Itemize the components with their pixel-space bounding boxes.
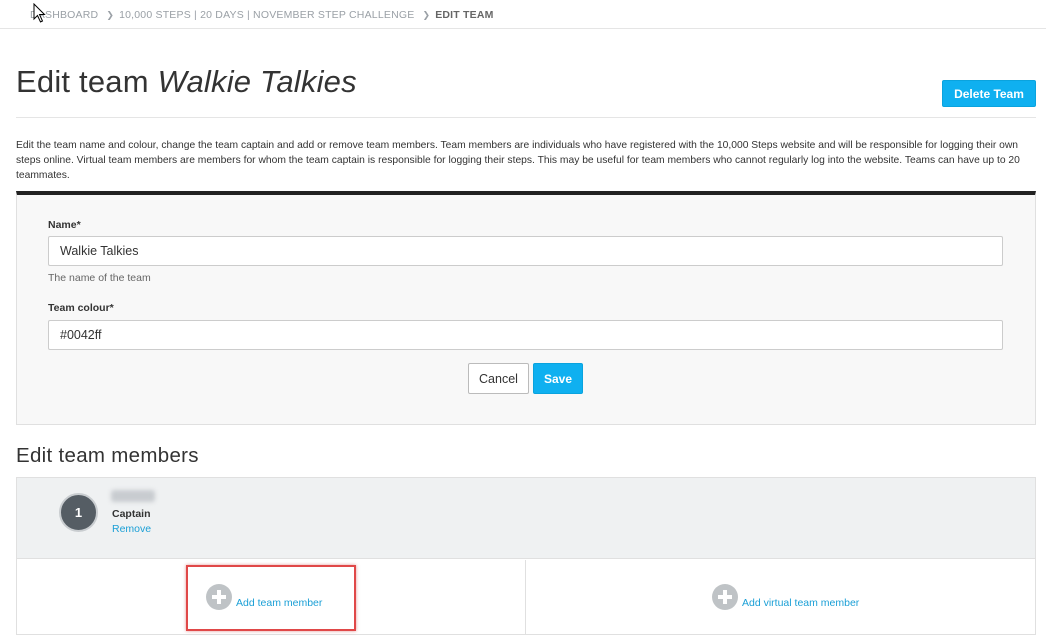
page-title: Edit team Walkie Talkies	[16, 64, 357, 100]
cancel-button[interactable]: Cancel	[468, 363, 529, 394]
plus-circle-icon	[206, 584, 232, 610]
add-team-member-cell: Add team member	[17, 560, 526, 634]
breadcrumb: DASHBOARD ❯ 10,000 STEPS | 20 DAYS | NOV…	[30, 9, 494, 21]
remove-member-link[interactable]: Remove	[112, 523, 151, 535]
breadcrumb-challenge[interactable]: 10,000 STEPS | 20 DAYS | NOVEMBER STEP C…	[119, 9, 414, 21]
add-virtual-member-cell: Add virtual team member	[527, 560, 1035, 634]
page-title-team-name: Walkie Talkies	[157, 64, 357, 99]
breadcrumb-current: EDIT TEAM	[435, 9, 494, 21]
name-label: Name*	[48, 219, 81, 231]
mouse-cursor-icon	[33, 3, 46, 23]
add-virtual-team-member-button[interactable]: Add virtual team member	[712, 584, 859, 610]
name-help-text: The name of the team	[48, 272, 151, 284]
add-virtual-team-member-label: Add virtual team member	[742, 597, 860, 609]
avatar: 1	[59, 493, 98, 532]
team-members-panel: 1 Captain Remove Add team member Add vir…	[16, 477, 1036, 635]
save-button[interactable]: Save	[533, 363, 583, 394]
intro-text: Edit the team name and colour, change th…	[16, 140, 1020, 181]
add-team-member-label: Add team member	[236, 597, 323, 609]
title-divider	[16, 117, 1036, 118]
member-row: 1 Captain Remove	[17, 478, 1035, 559]
plus-circle-icon	[712, 584, 738, 610]
member-role: Captain	[112, 508, 151, 520]
chevron-right-icon: ❯	[106, 9, 115, 20]
member-name-blurred	[111, 490, 155, 502]
chevron-right-icon: ❯	[422, 9, 431, 20]
delete-team-button[interactable]: Delete Team	[942, 80, 1036, 107]
edit-team-members-title: Edit team members	[16, 444, 199, 467]
page-title-prefix: Edit team	[16, 64, 149, 99]
add-team-member-button[interactable]: Add team member	[206, 584, 322, 610]
breadcrumb-divider	[0, 28, 1046, 29]
team-form-panel: Name* The name of the team Team colour* …	[16, 191, 1036, 425]
team-colour-input[interactable]	[48, 320, 1003, 350]
team-colour-label: Team colour*	[48, 302, 114, 314]
name-input[interactable]	[48, 236, 1003, 266]
